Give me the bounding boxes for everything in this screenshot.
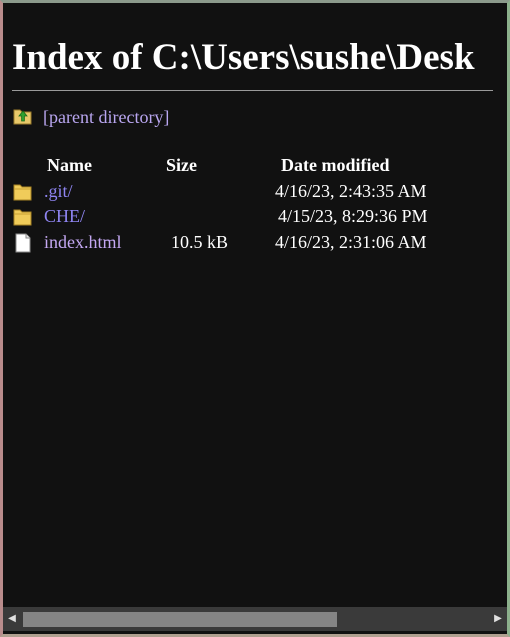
table-row: .git/ 4/16/23, 2:43:35 AM — [13, 181, 483, 205]
page-viewport: Index of C:\Users\sushe\Desk [parent dir… — [3, 3, 507, 607]
scroll-left-icon[interactable]: ◀ — [3, 607, 21, 631]
file-date-modified: 4/16/23, 2:43:35 AM — [275, 181, 427, 201]
table-row: index.html 10.5 kB 4/16/23, 2:31:06 AM — [13, 232, 483, 256]
column-header-name[interactable]: Name — [47, 155, 92, 176]
scroll-right-icon[interactable]: ▶ — [489, 607, 507, 631]
file-icon — [15, 233, 31, 253]
file-link[interactable]: index.html — [44, 232, 122, 253]
title-divider — [12, 90, 493, 91]
folder-icon — [13, 184, 32, 201]
table-row: CHE/ 4/15/23, 8:29:36 PM — [13, 206, 483, 230]
page-title: Index of C:\Users\sushe\Desk — [12, 37, 475, 78]
file-date-modified: 4/15/23, 8:29:36 PM — [278, 206, 428, 226]
file-size: 10.5 kB — [171, 232, 229, 252]
file-link[interactable]: .git/ — [44, 181, 73, 202]
browser-window: Index of C:\Users\sushe\Desk [parent dir… — [0, 0, 510, 637]
folder-icon — [13, 209, 32, 226]
horizontal-scrollbar[interactable]: ◀ ▶ — [3, 607, 507, 631]
column-header-size[interactable]: Size — [166, 155, 197, 176]
file-date-modified: 4/16/23, 2:31:06 AM — [275, 232, 427, 252]
folder-up-icon[interactable] — [13, 106, 33, 126]
column-header-date-modified[interactable]: Date modified — [281, 155, 389, 176]
parent-directory-link[interactable]: [parent directory] — [43, 107, 169, 128]
file-link[interactable]: CHE/ — [44, 206, 85, 227]
scrollbar-thumb[interactable] — [23, 612, 337, 627]
